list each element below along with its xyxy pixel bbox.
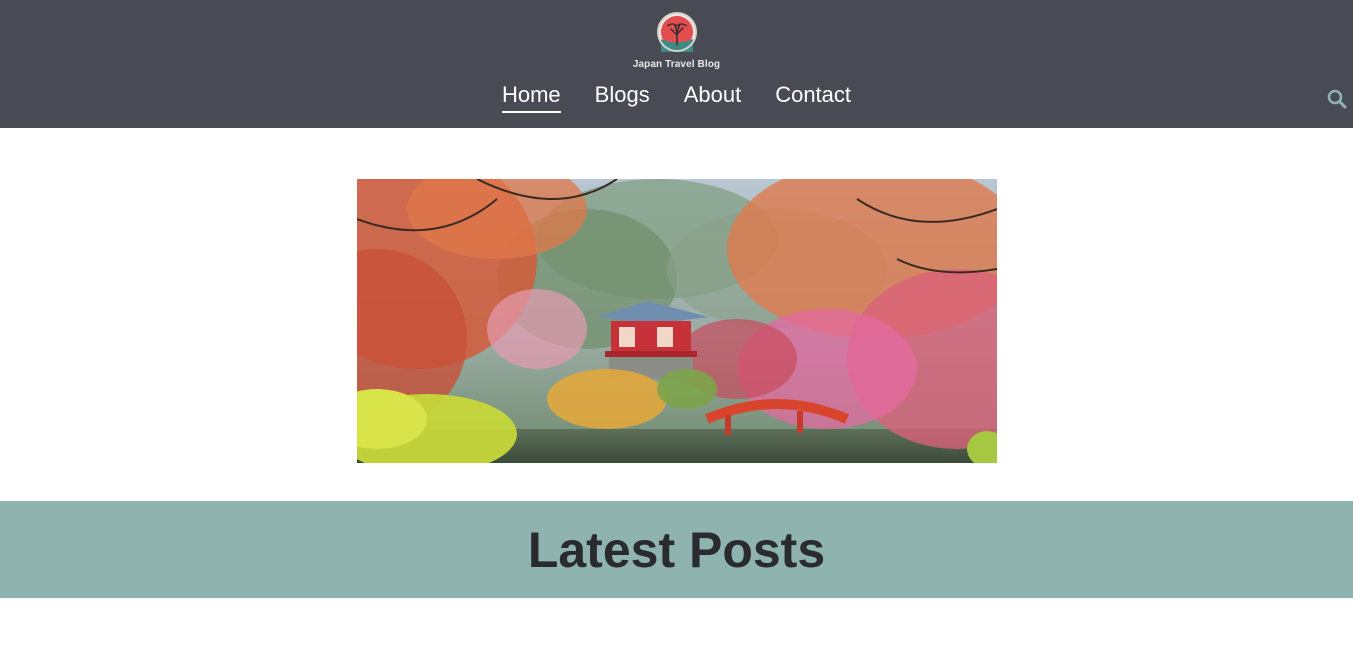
hero-image <box>357 179 997 463</box>
logo-text: Japan Travel Blog <box>632 59 721 70</box>
logo-emblem-icon <box>656 12 697 52</box>
nav-home[interactable]: Home <box>501 82 561 113</box>
nav-blogs[interactable]: Blogs <box>595 82 650 113</box>
section-title: Latest Posts <box>527 521 826 578</box>
posts-row-cutoff <box>0 640 1353 652</box>
site-logo[interactable]: Japan Travel Blog <box>0 12 1353 70</box>
main-nav: Home Blogs About Contact <box>0 82 1353 113</box>
latest-posts-banner: Latest Posts <box>0 501 1353 598</box>
site-header: Japan Travel Blog Home Blogs About Conta… <box>0 0 1353 128</box>
hero-landscape <box>357 179 997 463</box>
nav-about[interactable]: About <box>684 82 742 113</box>
nav-contact[interactable]: Contact <box>775 82 851 113</box>
search-icon[interactable] <box>1327 89 1347 109</box>
